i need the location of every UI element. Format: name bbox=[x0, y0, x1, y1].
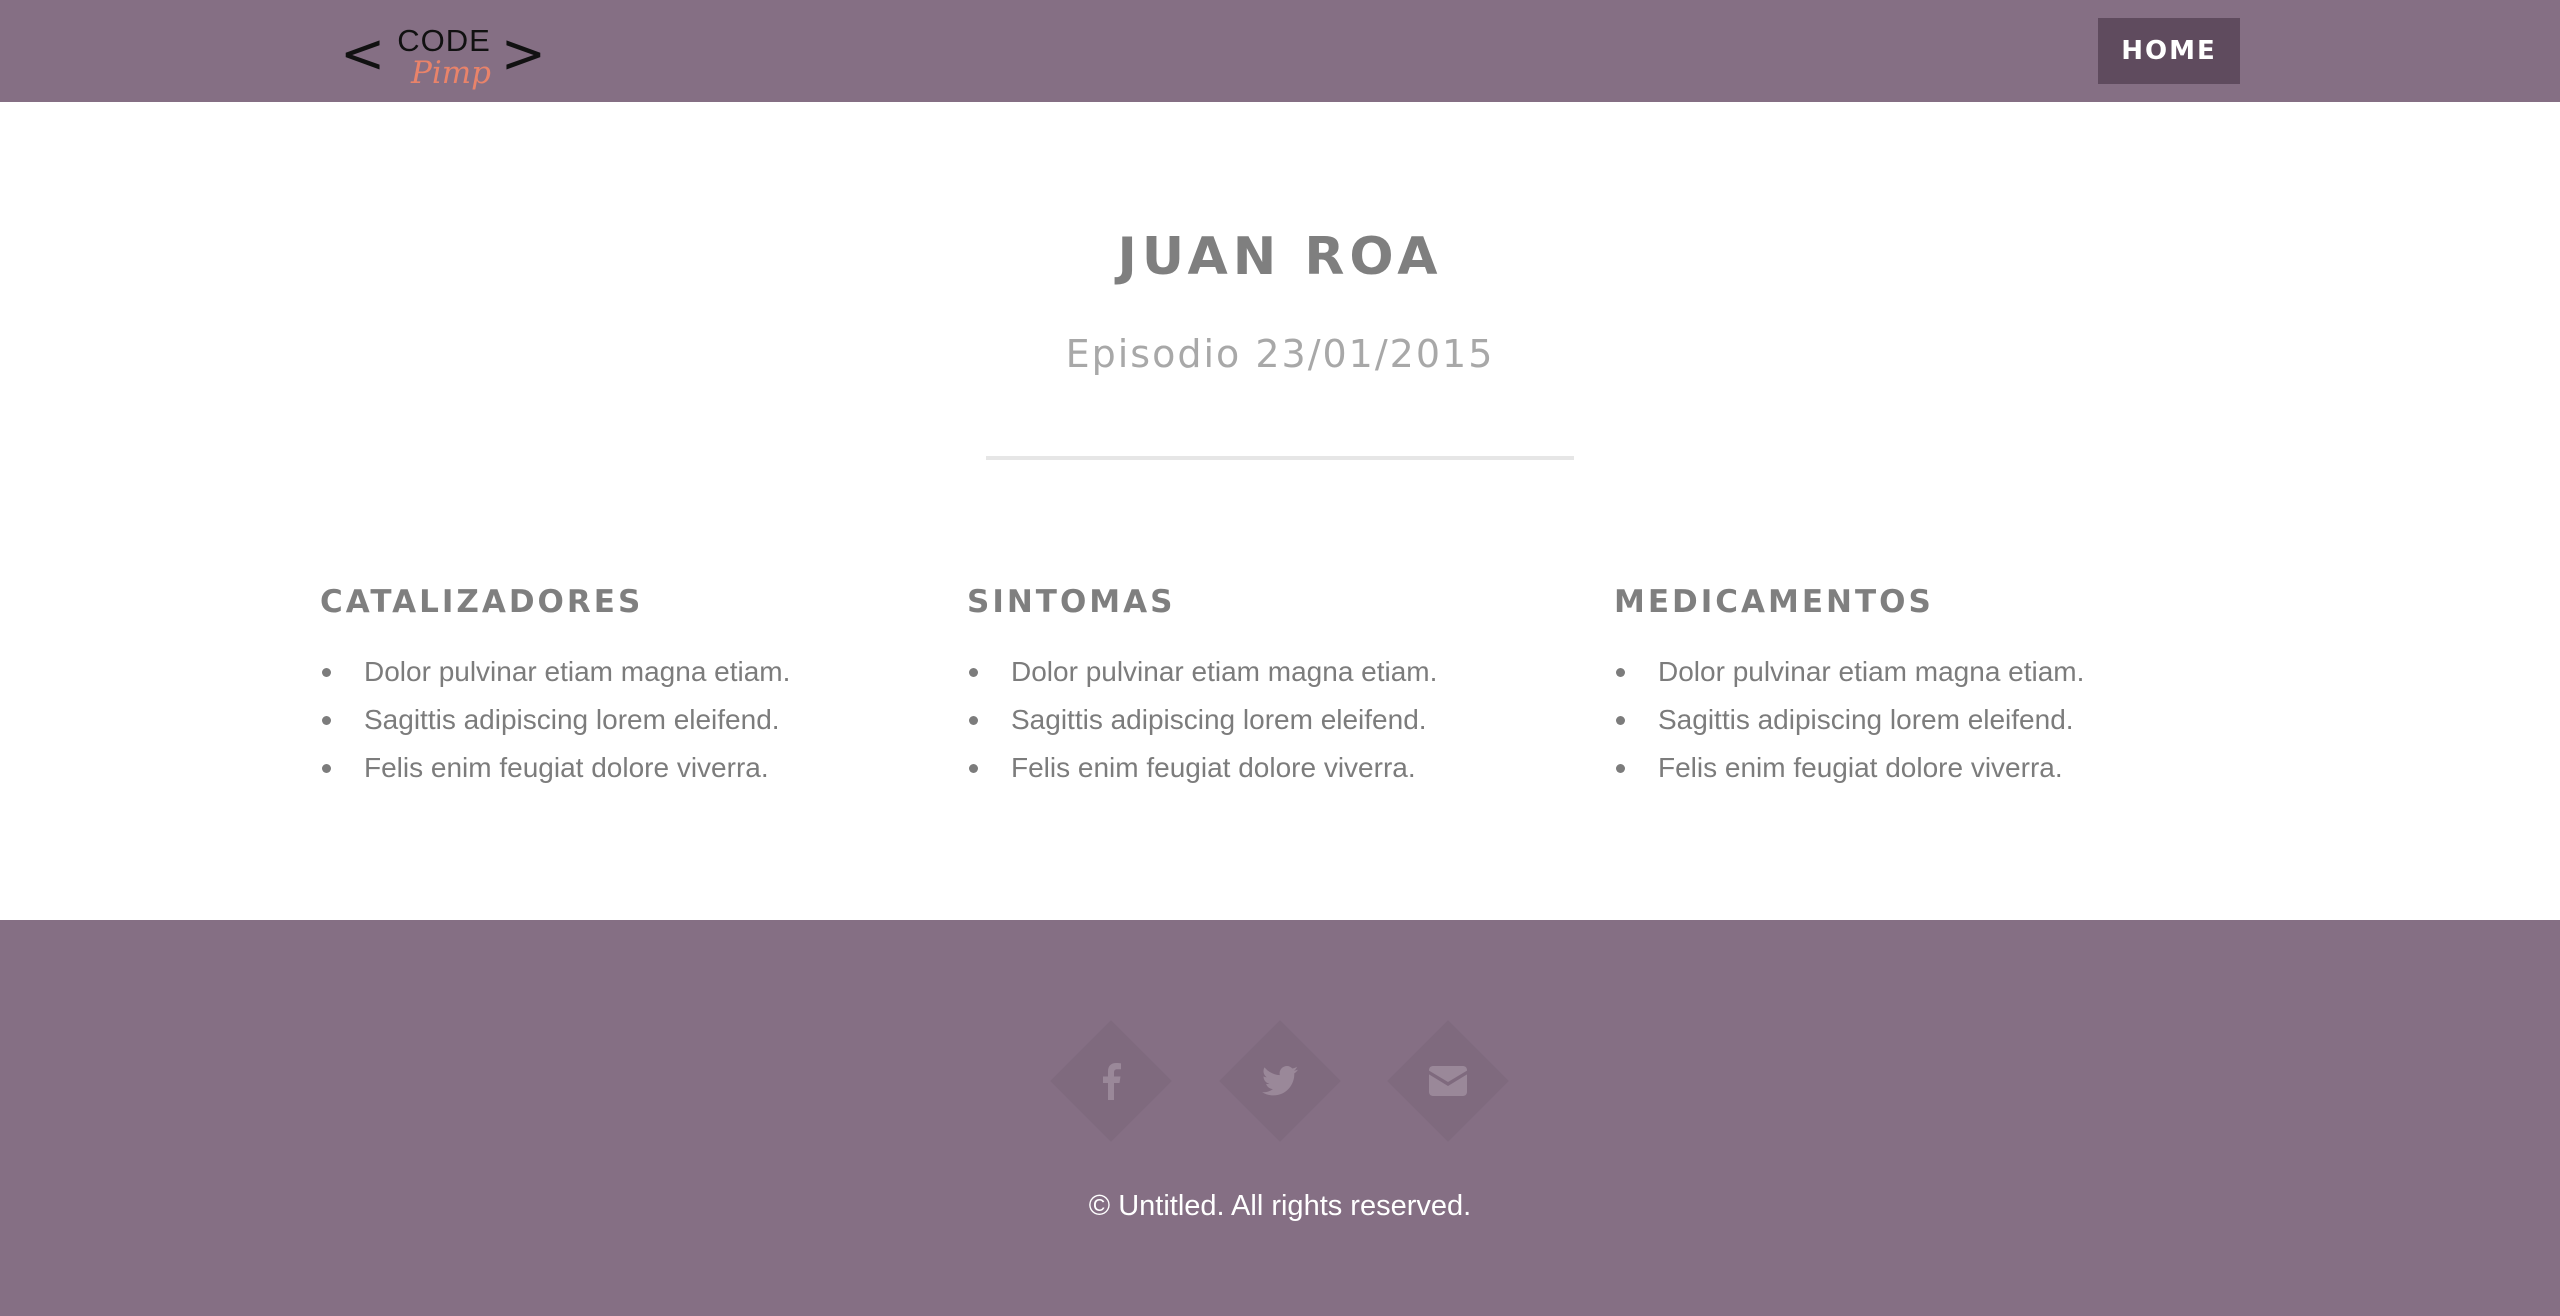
list-item: Dolor pulvinar etiam magna etiam. bbox=[1614, 648, 2234, 696]
list-item: Sagittis adipiscing lorem eleifend. bbox=[967, 696, 1587, 744]
list-item: Felis enim feugiat dolore viverra. bbox=[967, 744, 1587, 792]
envelope-icon bbox=[1405, 1038, 1491, 1124]
column-catalizadores: CATALIZADORES Dolor pulvinar etiam magna… bbox=[320, 576, 940, 792]
copyright-text: © Untitled. All rights reserved. bbox=[1088, 1190, 1472, 1222]
column-heading: CATALIZADORES bbox=[320, 584, 644, 620]
episode-subtitle: Episodio 23/01/2015 bbox=[1065, 332, 1495, 376]
column-heading: MEDICAMENTOS bbox=[1614, 584, 1934, 620]
list-item: Felis enim feugiat dolore viverra. bbox=[320, 744, 940, 792]
list-item: Sagittis adipiscing lorem eleifend. bbox=[1614, 696, 2234, 744]
logo-bracket-right: > bbox=[500, 22, 546, 85]
home-button[interactable]: HOME bbox=[2098, 18, 2240, 84]
email-link[interactable] bbox=[1387, 1020, 1509, 1142]
bullet-list: Dolor pulvinar etiam magna etiam. Sagitt… bbox=[1614, 648, 2234, 792]
page-title: JUAN ROA bbox=[1117, 227, 1443, 287]
column-medicamentos: MEDICAMENTOS Dolor pulvinar etiam magna … bbox=[1614, 576, 2234, 792]
list-item: Felis enim feugiat dolore viverra. bbox=[1614, 744, 2234, 792]
facebook-link[interactable] bbox=[1050, 1020, 1172, 1142]
logo-pimp-text: Pimp bbox=[410, 55, 491, 91]
bullet-list: Dolor pulvinar etiam magna etiam. Sagitt… bbox=[320, 648, 940, 792]
title-divider bbox=[986, 456, 1574, 460]
facebook-icon bbox=[1068, 1038, 1154, 1124]
twitter-icon bbox=[1237, 1038, 1323, 1124]
list-item: Dolor pulvinar etiam magna etiam. bbox=[320, 648, 940, 696]
logo-bracket-left: < bbox=[340, 22, 386, 85]
list-item: Sagittis adipiscing lorem eleifend. bbox=[320, 696, 940, 744]
site-header: < CODE Pimp > HOME bbox=[0, 0, 2560, 102]
twitter-link[interactable] bbox=[1219, 1020, 1341, 1142]
logo-code-text: CODE bbox=[397, 23, 491, 58]
bullet-list: Dolor pulvinar etiam magna etiam. Sagitt… bbox=[967, 648, 1587, 792]
column-heading: SINTOMAS bbox=[967, 584, 1176, 620]
code-pimp-logo[interactable]: < CODE Pimp > bbox=[340, 22, 546, 98]
list-item: Dolor pulvinar etiam magna etiam. bbox=[967, 648, 1587, 696]
column-sintomas: SINTOMAS Dolor pulvinar etiam magna etia… bbox=[967, 576, 1587, 792]
